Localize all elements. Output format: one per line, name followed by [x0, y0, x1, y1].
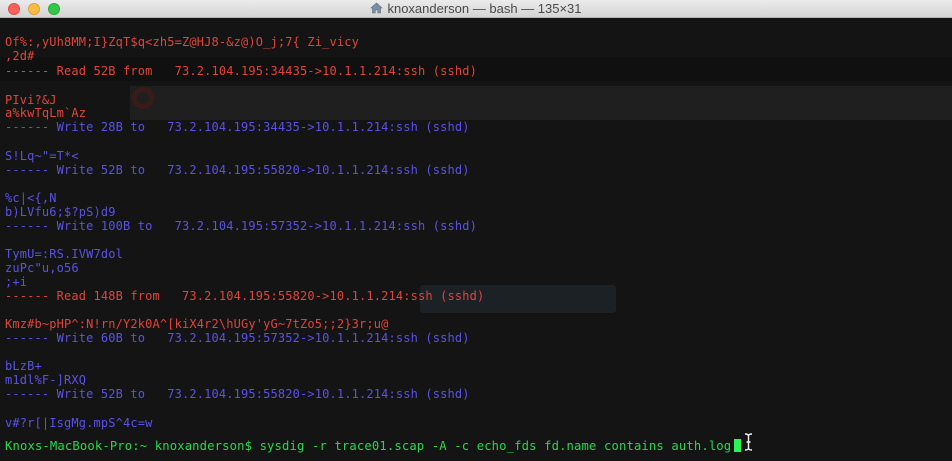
output-line: bLzB+ — [5, 359, 42, 373]
output-line: ------ Write 52B to 73.2.104.195:55820->… — [5, 387, 470, 401]
output-line: ------ Write 100B to 73.2.104.195:57352-… — [5, 219, 477, 233]
terminal-window: knoxanderson — bash — 135×31 Of%:,yUh8MM… — [0, 0, 952, 461]
text-cursor — [734, 439, 742, 452]
output-line: ------ Read 52B from 73.2.104.195:34435-… — [5, 64, 477, 78]
output-line: ------ Write 28B to 73.2.104.195:34435->… — [5, 120, 470, 134]
command-line[interactable]: Knoxs-MacBook-Pro:~ knoxanderson$ sysdig… — [5, 439, 742, 453]
output-line: Of%:,yUh8MM;I}ZqT$q<zh5=Z@HJ8-&z@)O_j;7{… — [5, 35, 359, 49]
command-prompt-text: Knoxs-MacBook-Pro:~ knoxanderson$ sysdig… — [5, 439, 732, 453]
home-icon — [370, 2, 384, 14]
title-bar[interactable]: knoxanderson — bash — 135×31 — [0, 0, 952, 18]
background-remnant — [132, 87, 154, 109]
output-line: S!Lq~"=T*< — [5, 149, 79, 163]
output-line: TymU=:RS.IVW7dol — [5, 247, 123, 261]
output-line: a%kwTqLm`Az — [5, 106, 87, 120]
output-line: ;+i — [5, 275, 28, 289]
output-line: ------ Write 60B to 73.2.104.195:57352->… — [5, 331, 470, 345]
output-line: ------ Write 52B to 73.2.104.195:55820->… — [5, 163, 470, 177]
output-line: v#?r[|IsgMg.mpS^4c=w — [5, 416, 153, 430]
terminal-content[interactable]: Of%:,yUh8MM;I}ZqT$q<zh5=Z@HJ8-&z@)O_j;7{… — [0, 18, 952, 461]
output-line: ,2d# — [5, 49, 35, 63]
window-title-text: knoxanderson — bash — 135×31 — [387, 1, 582, 16]
ibeam-cursor-icon — [744, 433, 753, 451]
output-line: %c|<{,N — [5, 191, 57, 205]
output-line: m1dl%F-]RXQ — [5, 373, 87, 387]
output-line: PIvi?&J — [5, 93, 57, 107]
background-remnant — [130, 86, 952, 120]
output-line: zuPc"u,o56 — [5, 261, 79, 275]
window-title: knoxanderson — bash — 135×31 — [0, 0, 952, 17]
output-line: ------ Read 148B from 73.2.104.195:55820… — [5, 289, 485, 303]
output-line: Kmz#b~pHP^:N!rn/Y2k0A^[kiX4r2\hUGy'yG~7t… — [5, 317, 389, 331]
output-line: b)LVfu6;$?pS)d9 — [5, 205, 116, 219]
